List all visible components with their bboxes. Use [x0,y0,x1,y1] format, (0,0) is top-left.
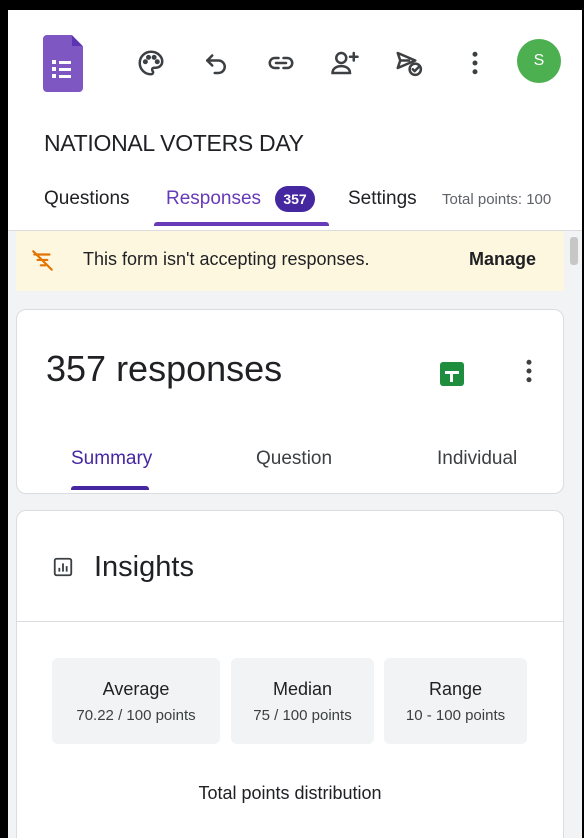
subtab-question[interactable]: Question [256,448,332,470]
insights-chart-icon [53,557,73,577]
form-title[interactable]: NATIONAL VOTERS DAY [44,130,304,157]
stat-label: Median [272,679,333,699]
stat-value: 10 - 100 points [405,707,506,724]
forms-window: S NATIONAL VOTERS DAY Questions Response… [8,10,582,838]
responses-card: 357 responses Summary Question Individua… [16,309,564,494]
stat-average: Average 70.22 / 100 points [52,658,220,744]
stat-range: Range 10 - 100 points [384,658,527,744]
stat-value: 75 / 100 points [253,707,352,724]
stat-median: Median 75 / 100 points [231,658,374,744]
add-collaborator-icon[interactable] [330,48,360,78]
responses-off-icon [32,250,53,271]
scrollbar-thumb[interactable] [570,237,578,265]
banner-message: This form isn't accepting responses. [83,249,370,269]
undo-icon[interactable] [201,48,231,78]
user-avatar[interactable]: S [517,39,561,83]
distribution-title: Total points distribution [198,783,382,803]
insights-title: Insights [94,551,194,583]
link-icon[interactable] [266,48,296,78]
send-icon[interactable] [394,48,424,78]
palette-icon[interactable] [136,48,166,78]
google-forms-logo-icon[interactable] [43,35,83,92]
tab-questions[interactable]: Questions [44,188,130,210]
top-bar: S NATIONAL VOTERS DAY Questions Response… [8,10,582,231]
subtab-individual[interactable]: Individual [437,448,517,470]
sheets-icon[interactable] [440,362,464,386]
subtab-summary[interactable]: Summary [71,448,152,470]
insights-card: Insights Average 70.22 / 100 points Medi… [16,510,564,838]
active-tab-indicator [154,222,329,226]
summary-tab-indicator [71,486,149,490]
more-options-icon[interactable] [514,356,544,386]
total-points-label: Total points: 100 [442,191,552,208]
divider [17,621,563,622]
responses-count-heading: 357 responses [46,348,283,389]
stat-value: 70.22 / 100 points [76,707,196,724]
tab-settings[interactable]: Settings [348,188,417,210]
form-tabs: Questions Responses 357 Settings Total p… [8,180,582,230]
stat-label: Range [428,679,483,699]
scrollbar[interactable] [566,231,582,838]
manage-button[interactable]: Manage [469,249,536,270]
more-vert-icon[interactable] [460,48,490,78]
responses-count-badge: 357 [275,186,315,212]
stat-label: Average [102,679,170,699]
not-accepting-banner: This form isn't accepting responses. Man… [16,231,564,291]
tab-responses[interactable]: Responses [166,188,261,210]
